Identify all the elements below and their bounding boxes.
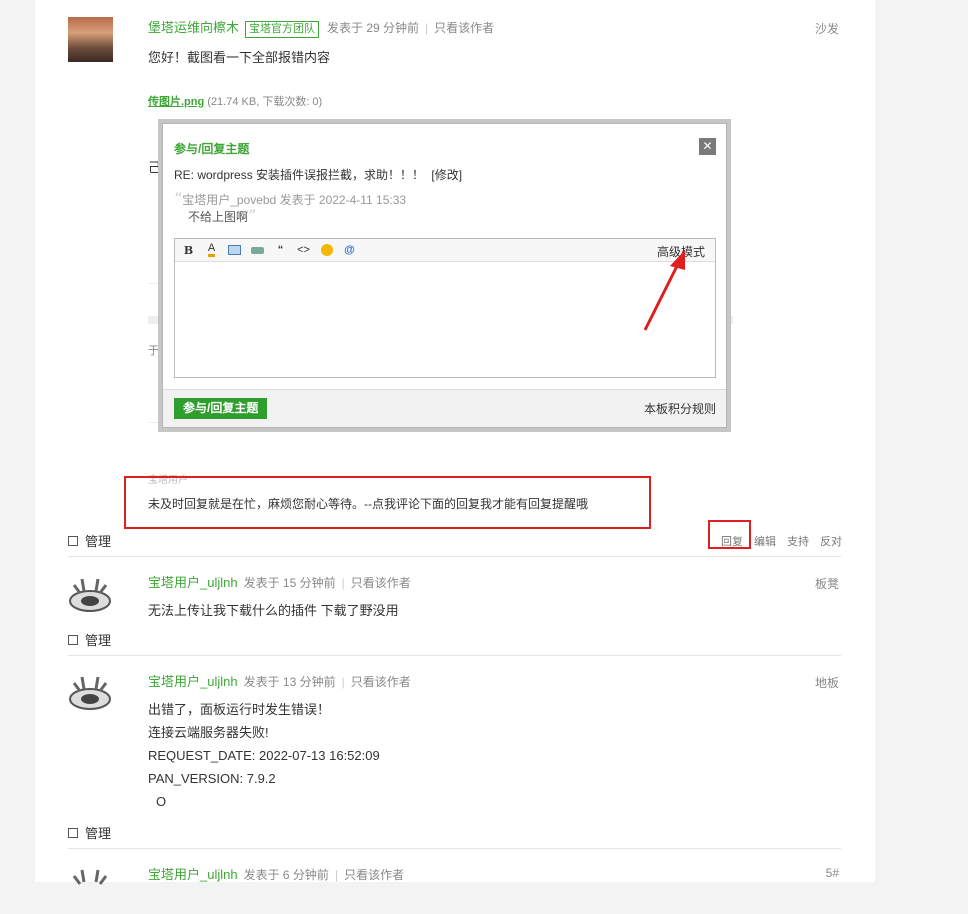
post-header: 宝塔用户_uljlnh 发表于 6 分钟前 | 只看该作者: [148, 867, 405, 882]
checkbox[interactable]: [68, 535, 78, 546]
message-line: REQUEST_DATE: 2022-07-13 16:52:09: [148, 748, 380, 763]
author-name[interactable]: 堡塔运维向檫木: [148, 20, 239, 35]
post-header: 堡塔运维向檫木 宝塔官方团队 发表于 29 分钟前 | 只看该作者: [148, 17, 494, 38]
credit-rules-link[interactable]: 本板积分规则: [644, 400, 716, 417]
post-message: 您好！截图看一下全部报错内容: [148, 50, 331, 65]
font-color-icon[interactable]: A: [203, 242, 220, 259]
avatar[interactable]: [68, 671, 113, 716]
highlight-box: [124, 476, 651, 529]
message-line: 出错了，面板运行时发生错误！: [148, 702, 331, 717]
manage-checkbox[interactable]: 管理: [68, 630, 111, 649]
author-name[interactable]: 宝塔用户_uljlnh: [148, 867, 238, 882]
divider: [68, 655, 841, 656]
post-time: 发表于 13 分钟前: [243, 675, 336, 689]
quote-icon[interactable]: “: [272, 242, 289, 259]
manage-checkbox[interactable]: 管理: [68, 531, 111, 550]
default-avatar-icon: [69, 676, 111, 710]
avatar[interactable]: [68, 864, 113, 909]
divider: [68, 556, 841, 557]
floor-label[interactable]: 板凳: [815, 575, 839, 592]
edit-button[interactable]: 编辑: [754, 533, 776, 549]
message-line: O: [156, 794, 167, 809]
avatar[interactable]: [68, 573, 113, 618]
post-time: 发表于 29 分钟前: [327, 21, 420, 35]
avatar[interactable]: [68, 17, 113, 62]
attachment: 传图片.png (21.74 KB, 下载次数: 0): [148, 93, 322, 109]
floor-label[interactable]: 5#: [826, 866, 839, 880]
open-quote-icon: “: [174, 189, 183, 208]
author-name[interactable]: 宝塔用户_uljlnh: [148, 674, 238, 689]
modal-title: 参与/回复主题: [174, 142, 250, 156]
only-author-link[interactable]: 只看该作者: [351, 675, 411, 689]
post-header: 宝塔用户_uljlnh 发表于 15 分钟前 | 只看该作者: [148, 575, 411, 590]
default-avatar-icon: [69, 578, 111, 612]
red-arrow-annotation: [643, 250, 685, 331]
only-author-link[interactable]: 只看该作者: [434, 21, 494, 35]
checkbox[interactable]: [68, 634, 78, 645]
floor-label[interactable]: 沙发: [815, 20, 839, 37]
attachment-meta: (21.74 KB, 下载次数: 0): [207, 96, 323, 108]
attachment-link[interactable]: 传图片.png: [148, 96, 204, 108]
post-message: 无法上传让我下载什么的插件 下载了野没用: [148, 603, 399, 618]
default-avatar-icon: [72, 869, 108, 885]
message-line: PAN_VERSION: 7.9.2: [148, 771, 276, 786]
author-name[interactable]: 宝塔用户_uljlnh: [148, 575, 238, 590]
close-quote-icon: ”: [248, 206, 257, 225]
floor-label[interactable]: 地板: [815, 674, 839, 691]
quote-block: “宝塔用户_povebd 发表于 2022-4-11 15:33 不给上图啊”: [174, 191, 406, 225]
mention-icon[interactable]: @: [341, 242, 358, 259]
reply-subject: RE: wordpress 安装插件误报拦截，求助！！！ [修改]: [174, 168, 463, 182]
edit-subject-link[interactable]: [修改]: [431, 168, 462, 182]
modal-footer: 参与/回复主题 本板积分规则: [163, 389, 726, 427]
submit-reply-button[interactable]: 参与/回复主题: [174, 398, 268, 419]
code-icon[interactable]: <>: [295, 242, 312, 259]
post-header: 宝塔用户_uljlnh 发表于 13 分钟前 | 只看该作者: [148, 674, 411, 689]
bold-icon[interactable]: B: [180, 242, 197, 259]
checkbox[interactable]: [68, 827, 78, 838]
message-line: 连接云端服务器失败!: [148, 725, 269, 740]
post-time: 发表于 6 分钟前: [243, 868, 329, 882]
image-icon[interactable]: [226, 242, 243, 259]
only-author-link[interactable]: 只看该作者: [344, 868, 404, 882]
support-button[interactable]: 支持: [787, 533, 809, 549]
smiley-icon[interactable]: [318, 242, 335, 259]
close-icon[interactable]: ✕: [699, 138, 716, 155]
manage-checkbox[interactable]: 管理: [68, 823, 111, 842]
post-time: 发表于 15 分钟前: [243, 576, 336, 590]
only-author-link[interactable]: 只看该作者: [351, 576, 411, 590]
post-message: 出错了，面板运行时发生错误！ 连接云端服务器失败! REQUEST_DATE: …: [148, 698, 380, 813]
divider: [68, 848, 841, 849]
official-badge: 宝塔官方团队: [245, 21, 320, 38]
quote-author: 宝塔用户_povebd 发表于 2022-4-11 15:33: [182, 193, 407, 207]
highlight-box: [708, 520, 751, 549]
attachment-icon[interactable]: [249, 242, 266, 259]
oppose-button[interactable]: 反对: [820, 533, 842, 549]
quote-text: 不给上图啊: [188, 210, 249, 224]
